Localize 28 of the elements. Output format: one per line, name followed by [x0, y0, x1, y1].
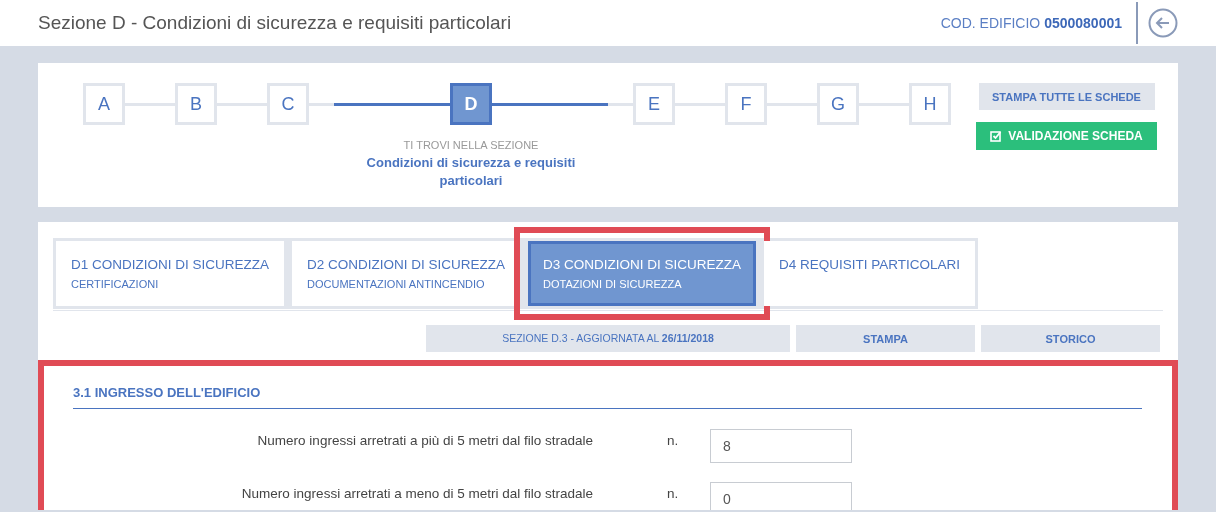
- step-button[interactable]: F: [725, 83, 767, 125]
- validate-button[interactable]: VALIDAZIONE SCHEDA: [976, 122, 1157, 150]
- section-title: 3.1 INGRESSO DELL'EDIFICIO: [73, 381, 1142, 409]
- unit-label: n.: [667, 432, 680, 448]
- input-field[interactable]: 0: [710, 482, 852, 510]
- field-label: Numero ingressi arretrati a più di 5 metri dal filo stradale: [256, 432, 593, 448]
- step-button[interactable]: H: [909, 83, 951, 125]
- step-button[interactable]: E: [633, 83, 675, 125]
- back-icon[interactable]: [1148, 8, 1178, 38]
- update-status: SEZIONE D.3 - AGGIORNATA AL 26/11/2018: [426, 325, 790, 352]
- tab[interactable]: D1 CONDIZIONI DI SICUREZZA CERTIFICAZIONI: [56, 241, 284, 306]
- step-button[interactable]: A: [83, 83, 125, 125]
- current-section-title: Condizioni di sicurezza e requisiti particolari: [365, 154, 577, 190]
- current-section-caption: TI TROVI NELLA SEZIONE: [402, 139, 540, 151]
- unit-label: n.: [667, 485, 680, 501]
- step-button[interactable]: D: [450, 83, 492, 125]
- checkbox-icon: [990, 130, 1003, 142]
- print-all-button[interactable]: STAMPA TUTTE LE SCHEDE: [978, 83, 1155, 110]
- toolbar-button[interactable]: STAMPA: [796, 325, 975, 352]
- building-code: COD. EDIFICIO 0500080001: [940, 15, 1122, 31]
- page-title: Sezione D - Condizioni di sicurezza e requisiti particolari: [38, 12, 512, 34]
- tab[interactable]: D4 REQUISITI PARTICOLARI: [764, 241, 976, 306]
- step-button[interactable]: G: [817, 83, 859, 125]
- field-label: Numero ingressi arretrati a meno di 5 metri dal filo stradale: [240, 485, 593, 501]
- input-field[interactable]: 8: [710, 429, 852, 463]
- step-button[interactable]: C: [267, 83, 309, 125]
- toolbar-button[interactable]: STORICO: [981, 325, 1160, 352]
- step-button[interactable]: B: [175, 83, 217, 125]
